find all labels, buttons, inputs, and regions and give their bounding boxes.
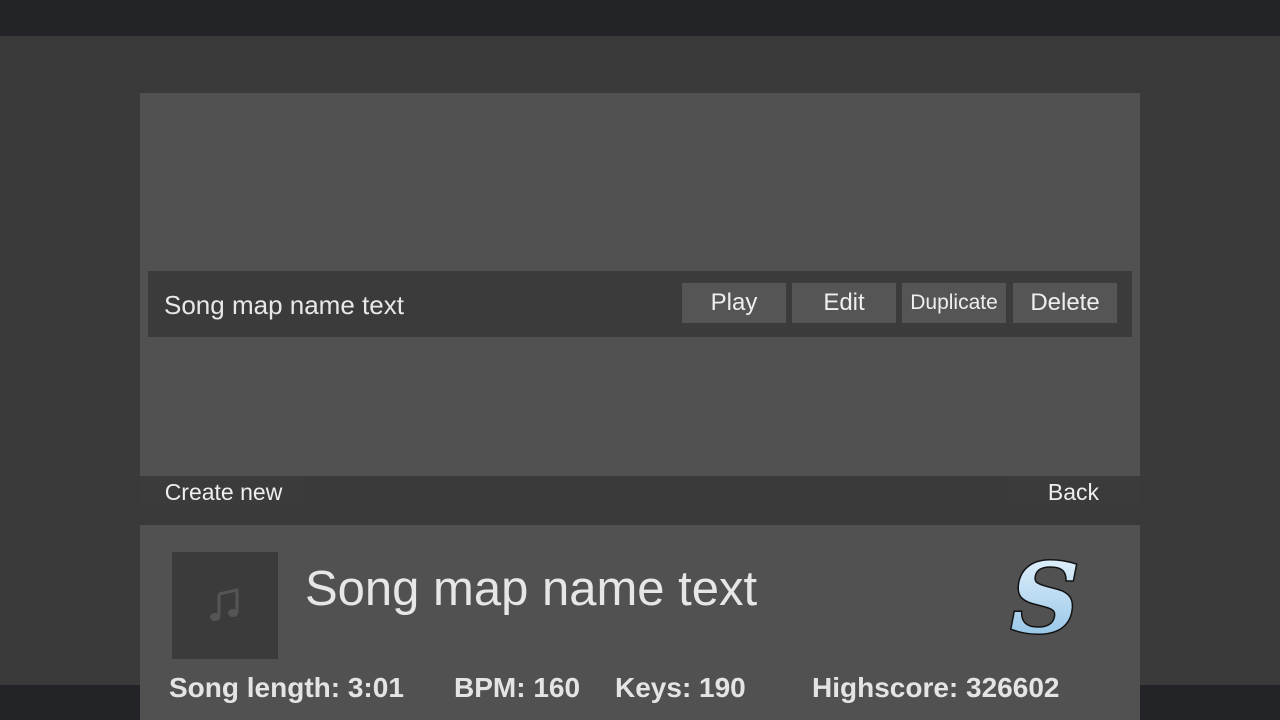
play-button[interactable]: Play	[682, 283, 786, 323]
song-row-name: Song map name text	[164, 290, 404, 320]
top-bar	[0, 0, 1280, 36]
song-list-row[interactable]: Song map name text Play Edit Duplicate D…	[148, 271, 1132, 337]
song-title: Song map name text	[305, 562, 758, 616]
song-cover	[172, 552, 278, 659]
bpm: BPM: 160	[454, 672, 581, 703]
music-note-icon	[210, 587, 239, 621]
back-button[interactable]: Back	[1007, 476, 1140, 509]
edit-button[interactable]: Edit	[792, 283, 896, 323]
rank-s-icon: S	[1009, 548, 1081, 644]
rank-letter: S	[1010, 548, 1079, 644]
create-new-button[interactable]: Create new	[140, 476, 307, 509]
panel-divider	[140, 509, 1140, 525]
delete-button[interactable]: Delete	[1013, 283, 1117, 323]
song-length: Song length: 3:01	[169, 672, 404, 703]
duplicate-button[interactable]: Duplicate	[902, 283, 1006, 323]
keys-count: Keys: 190	[615, 672, 746, 703]
highscore: Highscore: 326602	[812, 672, 1060, 703]
